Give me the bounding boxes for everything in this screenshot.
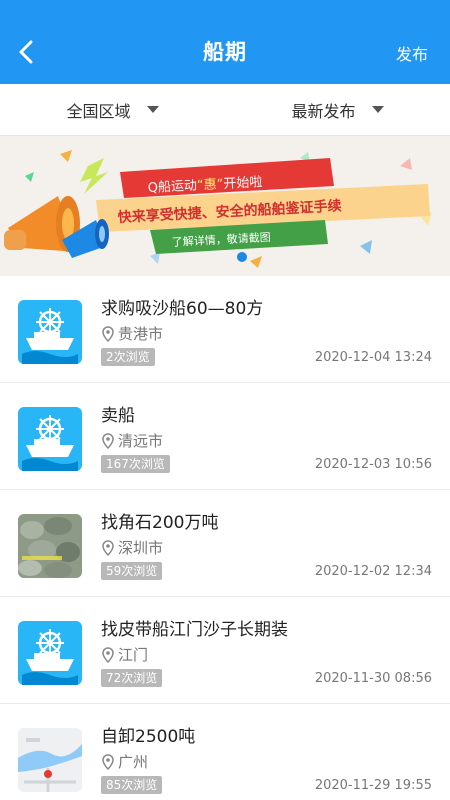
publish-button[interactable]: 发布 <box>396 41 428 65</box>
location-text: 贵港市 <box>118 325 164 343</box>
promo-banner[interactable]: Q船运动“惠”开始啦 快来享受快捷、安全的船舶鉴证手续 了解详情，敬请截图 <box>0 136 450 276</box>
ship-icon <box>18 407 82 471</box>
view-count-badge: 72次浏览 <box>101 669 163 687</box>
location-pin-icon <box>102 646 114 663</box>
lightning-icon <box>80 158 108 194</box>
caret-down-icon <box>371 106 384 113</box>
location-pin-icon <box>102 539 114 556</box>
location-text: 深圳市 <box>118 539 164 557</box>
timestamp: 2020-11-30 08:56 <box>314 671 432 686</box>
map-photo <box>18 728 82 792</box>
sort-filter-label: 最新发布 <box>291 101 356 121</box>
list-item[interactable]: 卖船 清远市 167次浏览 2020-12-03 10:56 <box>0 383 450 490</box>
timestamp: 2020-11-29 19:55 <box>314 778 432 793</box>
rock-photo <box>18 514 82 578</box>
list-item[interactable]: 找角石200万吨 深圳市 59次浏览 2020-12-02 12:34 <box>0 490 450 597</box>
megaphone-icon <box>4 196 109 258</box>
banner-graphic: Q船运动“惠”开始啦 快来享受快捷、安全的船舶鉴证手续 了解详情，敬请截图 <box>4 150 432 268</box>
list-item[interactable]: 求购吸沙船60—80方 贵港市 2次浏览 2020-12-04 13:24 <box>0 276 450 383</box>
listing-title: 自卸2500吨 <box>101 727 196 747</box>
view-count-badge: 167次浏览 <box>101 455 170 473</box>
listing-title: 求购吸沙船60—80方 <box>101 299 264 319</box>
timestamp: 2020-12-02 12:34 <box>314 564 432 579</box>
timestamp: 2020-12-04 13:24 <box>314 350 432 365</box>
location-text: 江门 <box>118 646 149 664</box>
listing-list: 求购吸沙船60—80方 贵港市 2次浏览 2020-12-04 13:24 卖船… <box>0 276 450 800</box>
location-text: 广州 <box>118 753 149 771</box>
app-bar: 船期 发布 <box>0 0 450 84</box>
list-item[interactable]: 找皮带船江门沙子长期装 江门 72次浏览 2020-11-30 08:56 <box>0 597 450 704</box>
timestamp: 2020-12-03 10:56 <box>314 457 432 472</box>
page-title: 船期 <box>203 40 247 64</box>
listing-title: 找角石200万吨 <box>101 513 219 533</box>
location-pin-icon <box>102 432 114 449</box>
view-count-badge: 2次浏览 <box>101 348 155 366</box>
location-pin-icon <box>102 753 114 770</box>
location-pin-icon <box>102 325 114 342</box>
listing-location: 清远市 <box>101 430 163 451</box>
listing-title: 找皮带船江门沙子长期装 <box>101 620 288 640</box>
page-indicator-dot[interactable] <box>237 252 247 262</box>
listing-location: 深圳市 <box>101 537 163 558</box>
view-count-badge: 59次浏览 <box>101 562 163 580</box>
listing-location: 广州 <box>101 751 148 772</box>
caret-down-icon <box>146 106 159 113</box>
listing-location: 贵港市 <box>101 323 163 344</box>
list-item[interactable]: 自卸2500吨 广州 85次浏览 2020-11-29 19:55 <box>0 704 450 800</box>
region-filter-label: 全国区域 <box>66 101 131 121</box>
listing-title: 卖船 <box>101 406 135 426</box>
ship-icon <box>18 300 82 364</box>
filter-bar: 全国区域 最新发布 <box>0 84 450 136</box>
region-filter[interactable]: 全国区域 <box>0 84 225 135</box>
ship-icon <box>18 621 82 685</box>
listing-location: 江门 <box>101 644 148 665</box>
location-text: 清远市 <box>118 432 164 450</box>
view-count-badge: 85次浏览 <box>101 776 163 794</box>
sort-filter[interactable]: 最新发布 <box>225 84 450 135</box>
